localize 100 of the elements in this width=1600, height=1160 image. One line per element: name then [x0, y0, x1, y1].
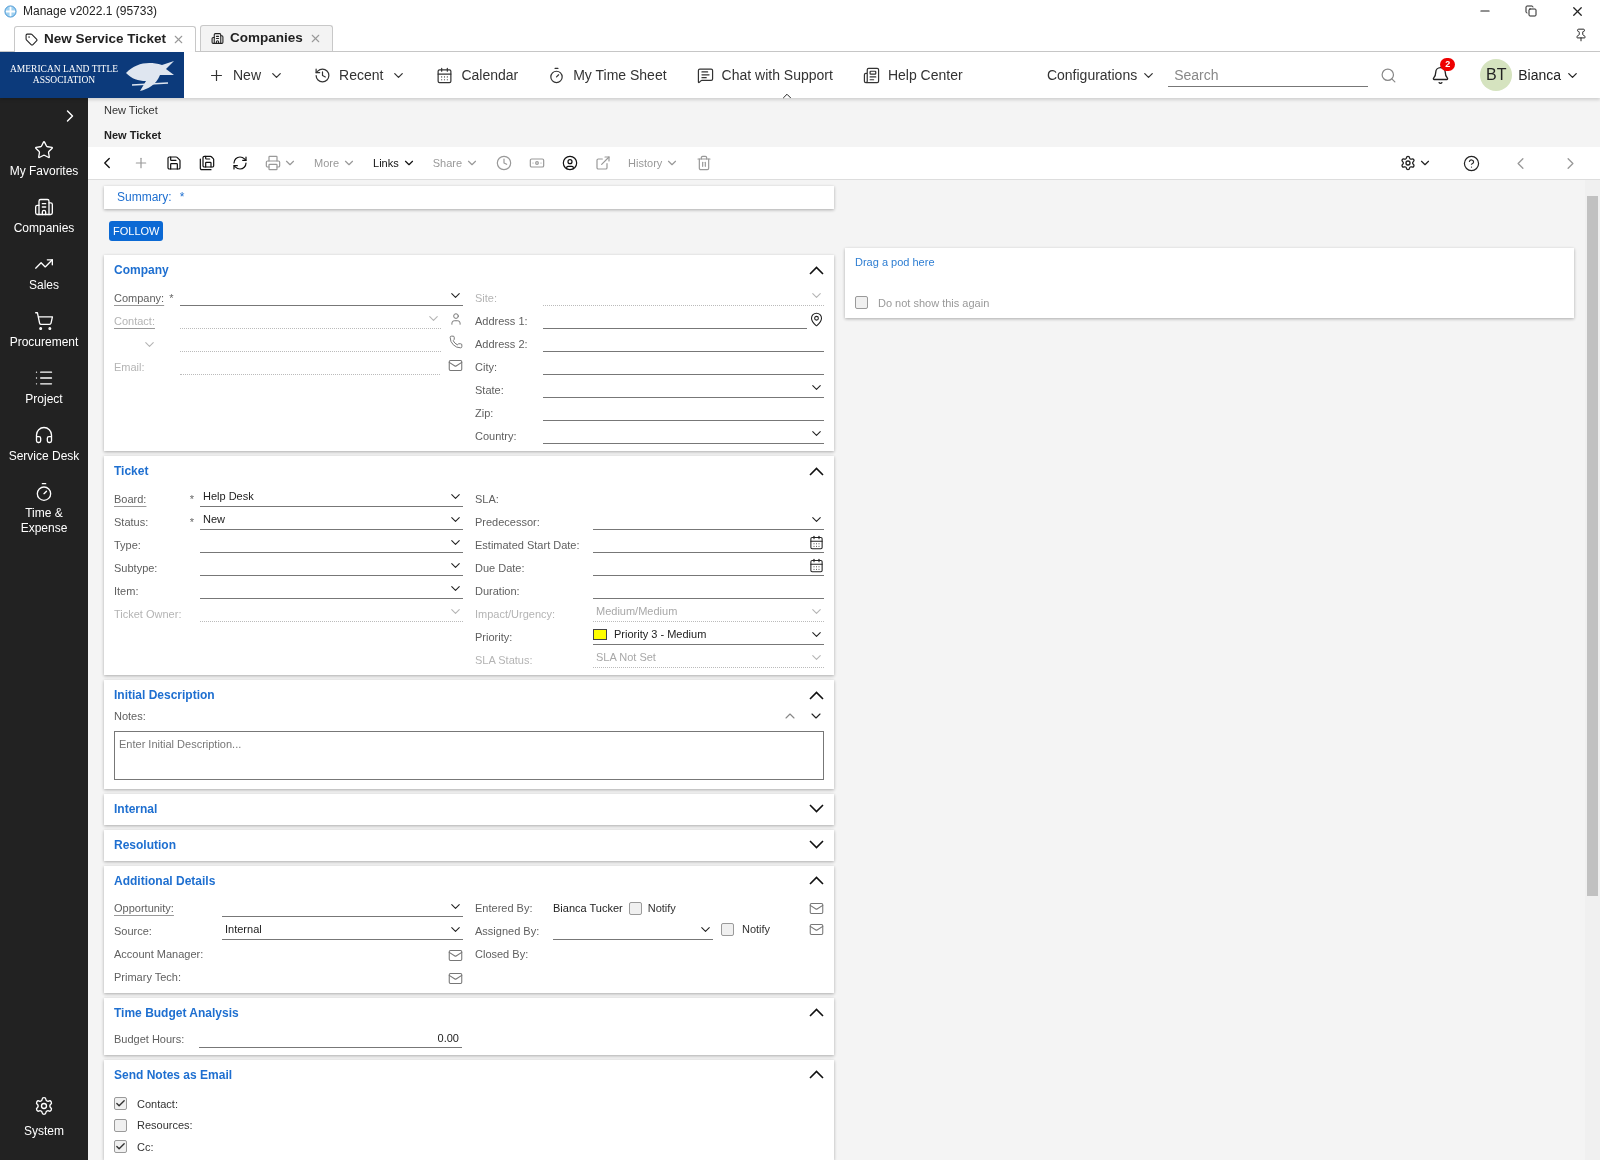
- checkbox[interactable]: [114, 1140, 127, 1154]
- field-label: Budget Hours:: [114, 1032, 186, 1047]
- stopwatch-icon: [34, 482, 54, 502]
- collapse-button[interactable]: [809, 265, 824, 275]
- checkbox[interactable]: [114, 1097, 127, 1111]
- drag-pod-link[interactable]: Drag a pod here: [855, 254, 1564, 271]
- bell-icon[interactable]: [1431, 65, 1451, 85]
- settings-button[interactable]: [1400, 155, 1432, 171]
- phone-icon[interactable]: [449, 335, 463, 349]
- sidebar-item[interactable]: System: [24, 1096, 64, 1140]
- collapse-button[interactable]: [809, 690, 824, 700]
- follow-button[interactable]: FOLLOW: [109, 221, 164, 241]
- gear-icon: [1400, 155, 1416, 171]
- calendar-icon: [436, 66, 454, 84]
- search-icon[interactable]: [1380, 66, 1398, 84]
- field-label: Impact/Urgency:: [475, 606, 556, 622]
- expand-button[interactable]: [809, 804, 824, 813]
- company-logo: AMERICAN LAND TITLE ASSOCIATION: [0, 52, 184, 98]
- sidebar-item[interactable]: Procurement: [9, 311, 79, 368]
- field-label: Predecessor:: [475, 514, 540, 530]
- sidebar-item[interactable]: Time & Expense: [20, 482, 68, 539]
- nav-menu-item[interactable]: Recent: [314, 64, 407, 86]
- sidebar-item[interactable]: My Favorites: [9, 140, 79, 197]
- refresh-button[interactable]: [232, 155, 248, 171]
- breadcrumb[interactable]: New Ticket: [104, 102, 1600, 119]
- collapse-button[interactable]: [809, 466, 824, 476]
- checkbox[interactable]: [114, 1118, 127, 1132]
- section-title: Company: [114, 262, 169, 279]
- mail-icon[interactable]: [809, 900, 824, 916]
- scrollbar[interactable]: [1585, 180, 1600, 1160]
- configurations-menu[interactable]: Configurations: [1046, 64, 1157, 86]
- page-title: New Ticket: [104, 127, 163, 143]
- help-icon[interactable]: [1463, 154, 1480, 172]
- mail-icon[interactable]: [809, 922, 824, 937]
- document-tab[interactable]: New Service Ticket: [14, 26, 197, 52]
- expand-button[interactable]: [809, 840, 824, 849]
- notification-badge: 2: [1440, 57, 1456, 71]
- field-label: Opportunity:: [114, 901, 174, 916]
- tab-label: Companies: [230, 29, 303, 48]
- restore-icon: [1525, 5, 1537, 17]
- nav-menu-item[interactable]: Calendar: [436, 64, 519, 86]
- collapse-button[interactable]: [809, 1008, 824, 1017]
- date-field[interactable]: [593, 533, 824, 553]
- search-field[interactable]: Search: [1168, 63, 1369, 87]
- user-menu[interactable]: Bianca: [1518, 64, 1580, 86]
- sidebar-item[interactable]: Project: [25, 368, 63, 425]
- save-button[interactable]: [166, 155, 182, 171]
- checkbox[interactable]: [855, 296, 868, 310]
- pin-icon[interactable]: [1574, 28, 1588, 42]
- date-field[interactable]: [593, 556, 824, 576]
- field-label: Account Manager:: [114, 947, 204, 962]
- calendar-icon[interactable]: [809, 558, 824, 573]
- calendar-icon[interactable]: [809, 535, 824, 550]
- sidebar-item[interactable]: Sales: [29, 254, 59, 311]
- section-title: Ticket: [114, 463, 149, 480]
- app-logo-icon: [4, 4, 17, 18]
- field-label: Address 2:: [475, 336, 528, 352]
- mail-icon[interactable]: [448, 357, 463, 373]
- toolbar-menu[interactable]: Links: [373, 154, 416, 172]
- avatar[interactable]: BT: [1480, 59, 1513, 91]
- dropdown-field[interactable]: New: [200, 510, 463, 530]
- dropdown-field[interactable]: Priority 3 - Medium: [593, 625, 824, 645]
- chevron-up-icon: [809, 265, 824, 275]
- budget-hours-field[interactable]: 0.00: [199, 1029, 462, 1048]
- user-circle-icon: [562, 155, 579, 171]
- banknote-icon: [529, 155, 546, 171]
- notify-label: Notify: [742, 922, 771, 938]
- dropdown-field[interactable]: Internal: [222, 919, 463, 940]
- person-icon[interactable]: [449, 312, 463, 326]
- plus-icon: [133, 155, 149, 171]
- collapse-button[interactable]: [809, 1070, 824, 1079]
- mail-icon[interactable]: [448, 947, 463, 963]
- summary-field[interactable]: Summary: *: [104, 186, 834, 209]
- collapse-button[interactable]: [809, 876, 824, 885]
- field-label: Subtype:: [114, 560, 158, 576]
- sidebar-item[interactable]: Service Desk: [8, 425, 80, 482]
- star-icon: [34, 140, 54, 160]
- cart-icon: [34, 311, 54, 331]
- field-label: Item:: [114, 583, 139, 599]
- nav-menu-item[interactable]: My Time Sheet: [548, 64, 667, 86]
- headset-icon: [34, 425, 54, 445]
- save-button[interactable]: [199, 155, 215, 171]
- document-tab[interactable]: Companies: [200, 25, 333, 51]
- map-pin-icon[interactable]: [809, 311, 824, 327]
- checkbox[interactable]: [628, 901, 642, 915]
- nav-menu-item[interactable]: New: [208, 64, 284, 86]
- user-circle-button[interactable]: [562, 155, 579, 171]
- field-label: SLA:: [475, 491, 499, 507]
- mail-icon[interactable]: [448, 970, 463, 986]
- field-label: Address 1:: [475, 313, 528, 329]
- nav-menu-item[interactable]: Help Center: [862, 64, 963, 86]
- sidebar-item[interactable]: Companies: [13, 197, 75, 254]
- save-icon: [199, 155, 215, 171]
- chevron-down-icon: [809, 804, 824, 813]
- nav-menu-item[interactable]: Chat with Support: [696, 64, 833, 86]
- section-title: Internal: [114, 800, 158, 818]
- dropdown-field[interactable]: Help Desk: [200, 487, 463, 507]
- notify-label: Notify: [647, 901, 676, 916]
- description-textarea[interactable]: Enter Initial Description...: [114, 730, 824, 780]
- checkbox[interactable]: [721, 923, 734, 936]
